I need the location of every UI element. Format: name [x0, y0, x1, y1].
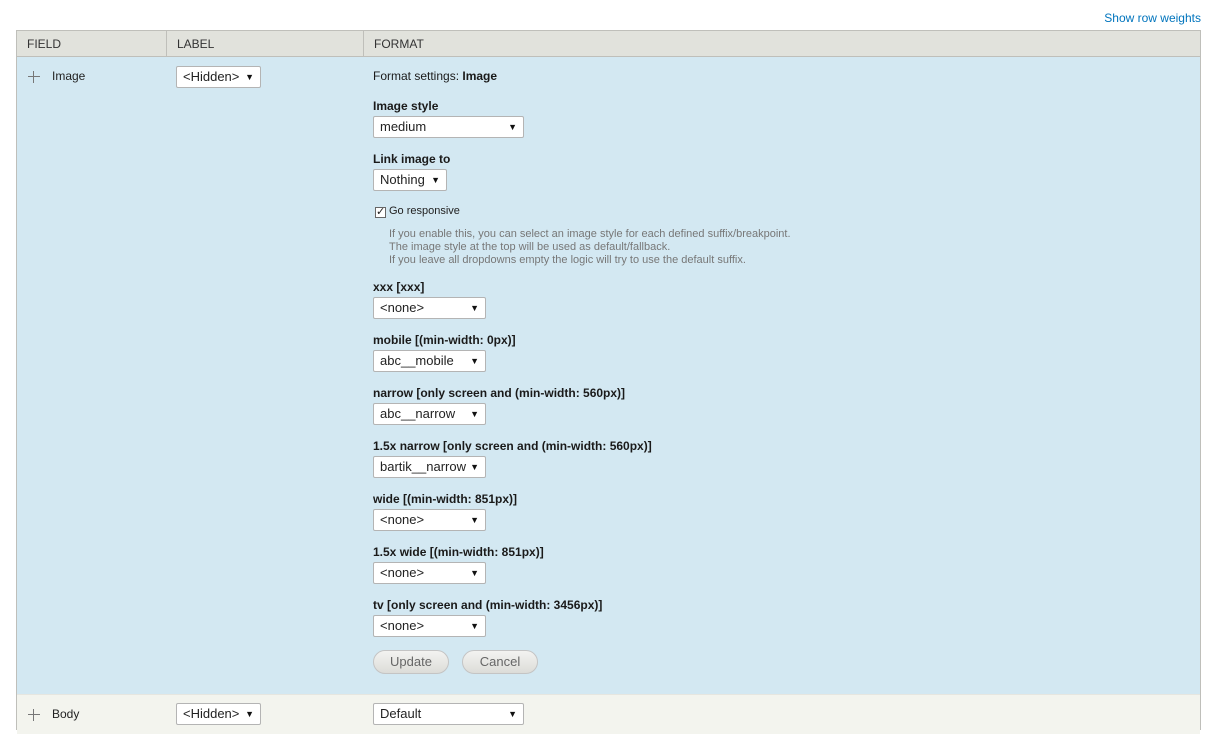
select-value: medium	[380, 119, 427, 134]
breakpoint-select-tv[interactable]: <none> ▼	[373, 615, 486, 637]
select-value: <Hidden>	[183, 69, 240, 84]
link-image-select[interactable]: Nothing ▼	[373, 169, 447, 191]
triangle-down-icon: ▼	[470, 462, 479, 472]
table-row-image: Image <Hidden> ▼ Format settings: Image …	[17, 58, 1200, 694]
go-responsive-label[interactable]: Go responsive	[389, 205, 460, 217]
triangle-down-icon: ▼	[470, 568, 479, 578]
breakpoint-label-narrow: narrow [only screen and (min-width: 560p…	[373, 386, 626, 400]
breakpoint-select-wide-1-5x[interactable]: <none> ▼	[373, 562, 486, 584]
image-style-select[interactable]: medium ▼	[373, 116, 524, 138]
triangle-down-icon: ▼	[245, 72, 254, 82]
breakpoint-select-wide[interactable]: <none> ▼	[373, 509, 486, 531]
image-label-select[interactable]: <Hidden> ▼	[176, 66, 261, 88]
triangle-down-icon: ▼	[470, 515, 479, 525]
header-format: FORMAT	[374, 37, 424, 51]
breakpoint-select-narrow-1-5x[interactable]: bartik__narrow ▼	[373, 456, 486, 478]
select-value: <none>	[380, 565, 425, 580]
format-settings-title: Format settings: Image	[373, 69, 497, 83]
field-name-body: Body	[52, 707, 80, 721]
breakpoint-label-wide: wide [(min-width: 851px)]	[373, 492, 517, 506]
help-line: The image style at the top will be used …	[389, 241, 671, 253]
breakpoint-select-mobile[interactable]: abc__mobile ▼	[373, 350, 486, 372]
select-value: abc__mobile	[380, 353, 454, 368]
breakpoint-select-xxx[interactable]: <none> ▼	[373, 297, 486, 319]
help-line: If you enable this, you can select an im…	[389, 228, 791, 240]
triangle-down-icon: ▼	[245, 709, 254, 719]
triangle-down-icon: ▼	[470, 409, 479, 419]
breakpoint-select-narrow[interactable]: abc__narrow ▼	[373, 403, 486, 425]
header-field: FIELD	[17, 31, 167, 56]
help-line: If you leave all dropdowns empty the log…	[389, 254, 746, 266]
go-responsive-checkbox[interactable]	[375, 205, 386, 218]
breakpoint-label-xxx: xxx [xxx]	[373, 280, 425, 294]
select-value: bartik__narrow	[380, 459, 466, 474]
responsive-help-text: If you enable this, you can select an im…	[389, 228, 791, 267]
triangle-down-icon: ▼	[508, 709, 517, 719]
field-name-image: Image	[52, 69, 86, 83]
drag-handle-icon[interactable]	[28, 71, 40, 83]
triangle-down-icon: ▼	[508, 122, 517, 132]
breakpoint-label-mobile: mobile [(min-width: 0px)]	[373, 333, 516, 347]
breakpoint-label-tv: tv [only screen and (min-width: 3456px)]	[373, 598, 603, 612]
update-button[interactable]: Update	[373, 650, 449, 674]
drag-handle-icon[interactable]	[28, 709, 40, 721]
table-header: FIELD LABEL FORMAT	[17, 31, 1200, 57]
triangle-down-icon: ▼	[470, 303, 479, 313]
cancel-button[interactable]: Cancel	[462, 650, 538, 674]
link-image-label: Link image to	[373, 152, 451, 166]
triangle-down-icon: ▼	[470, 621, 479, 631]
table-row-body: Body <Hidden> ▼ Default ▼	[17, 694, 1200, 734]
show-row-weights-link[interactable]: Show row weights	[1104, 11, 1201, 25]
image-style-label: Image style	[373, 99, 439, 113]
select-value: <none>	[380, 300, 425, 315]
select-value: abc__narrow	[380, 406, 456, 421]
triangle-down-icon: ▼	[431, 175, 440, 185]
field-display-table: FIELD LABEL FORMAT Image <Hidden> ▼ Form…	[16, 30, 1201, 734]
select-value: <Hidden>	[183, 706, 240, 721]
triangle-down-icon: ▼	[470, 356, 479, 366]
breakpoint-label-wide-1-5x: 1.5x wide [(min-width: 851px)]	[373, 545, 544, 559]
settings-name: Image	[462, 69, 498, 83]
settings-prefix: Format settings:	[373, 69, 463, 83]
breakpoint-label-narrow-1-5x: 1.5x narrow [only screen and (min-width:…	[373, 439, 652, 453]
header-label: LABEL	[167, 31, 364, 56]
select-value: <none>	[380, 618, 425, 633]
body-format-select[interactable]: Default ▼	[373, 703, 524, 725]
select-value: Nothing	[380, 172, 425, 187]
body-label-select[interactable]: <Hidden> ▼	[176, 703, 261, 725]
select-value: Default	[380, 706, 422, 721]
select-value: <none>	[380, 512, 425, 527]
